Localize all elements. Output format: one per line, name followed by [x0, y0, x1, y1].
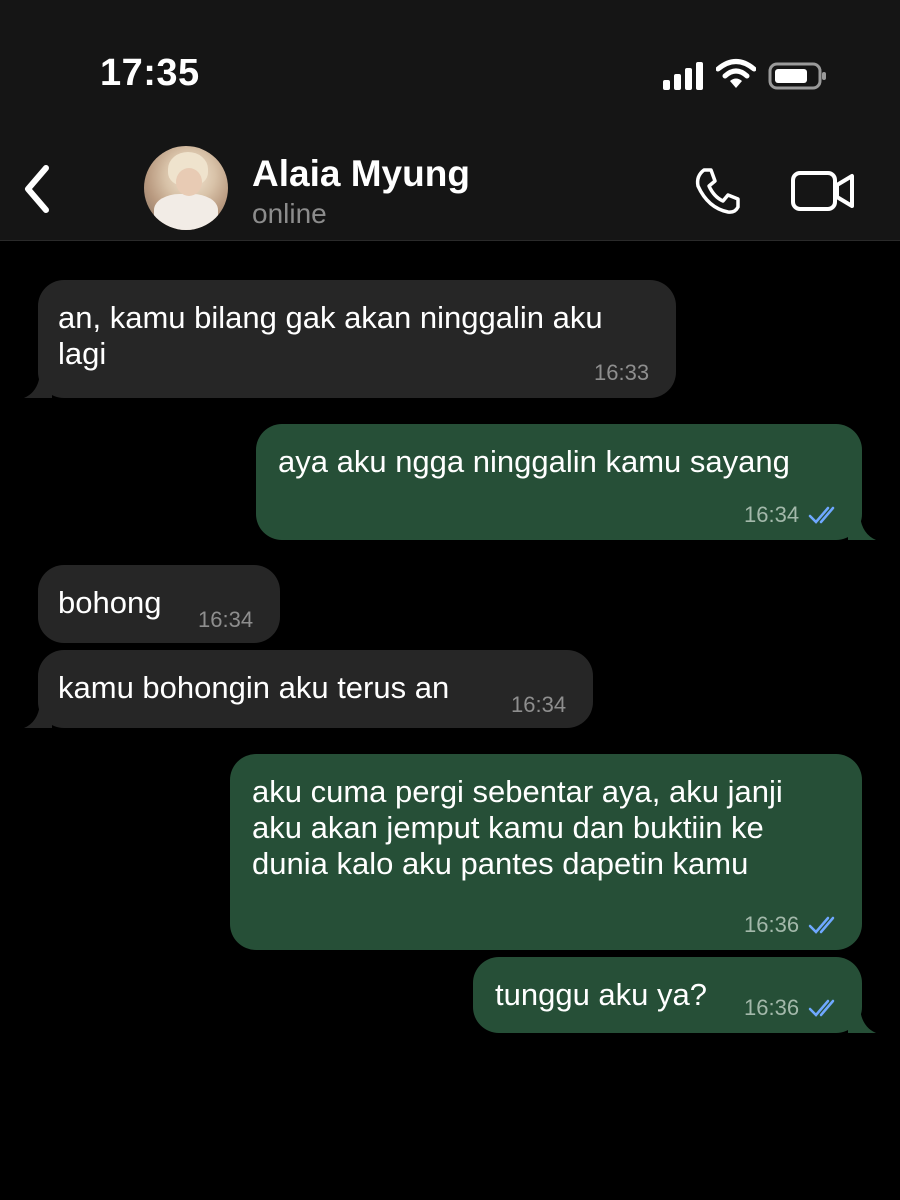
message-time: 16:34	[198, 607, 254, 632]
read-receipt-icon	[808, 506, 835, 524]
video-camera-icon[interactable]	[790, 168, 856, 214]
message-time: 16:34	[511, 692, 567, 717]
message-bubble-outgoing[interactable]: aku cuma pergi sebentar aya, aku janji a…	[230, 754, 862, 950]
message-time: 16:36	[744, 995, 800, 1020]
battery-icon	[768, 62, 826, 90]
message-bubble-incoming[interactable]: kamu bohongin aku terus an 16:34	[24, 650, 593, 728]
message-time: 16:36	[744, 912, 800, 937]
contact-name[interactable]: Alaia Myung	[252, 153, 470, 195]
message-bubble-outgoing[interactable]: aya aku ngga ninggalin kamu sayang 16:34	[256, 424, 876, 540]
message-text: tunggu aku ya?	[495, 977, 708, 1012]
wifi-icon	[716, 59, 756, 88]
message-bubble-outgoing[interactable]: tunggu aku ya? 16:36	[473, 957, 876, 1033]
phone-icon[interactable]	[690, 164, 744, 218]
message-bubble-incoming[interactable]: an, kamu bilang gak akan ninggalin aku l…	[24, 280, 676, 398]
contact-status: online	[252, 198, 327, 229]
read-receipt-icon	[808, 999, 835, 1017]
message-text: aku cuma pergi sebentar aya, aku janji a…	[252, 774, 783, 881]
message-time: 16:33	[594, 360, 650, 385]
contact-avatar[interactable]	[144, 146, 228, 230]
back-icon[interactable]	[18, 162, 58, 216]
status-bar-time: 17:35	[100, 52, 200, 94]
read-receipt-icon	[808, 916, 835, 934]
message-text: bohong	[58, 585, 162, 620]
message-bubble-incoming[interactable]: bohong 16:34	[38, 565, 280, 643]
message-time: 16:34	[744, 502, 800, 527]
message-text: kamu bohongin aku terus an	[58, 670, 450, 705]
cellular-signal-icon	[663, 62, 703, 90]
chat-header: 17:35 Alaia Myung online	[0, 0, 900, 241]
message-text: aya aku ngga ninggalin kamu sayang	[278, 444, 790, 479]
message-text: an, kamu bilang gak akan ninggalin aku l…	[58, 300, 603, 371]
